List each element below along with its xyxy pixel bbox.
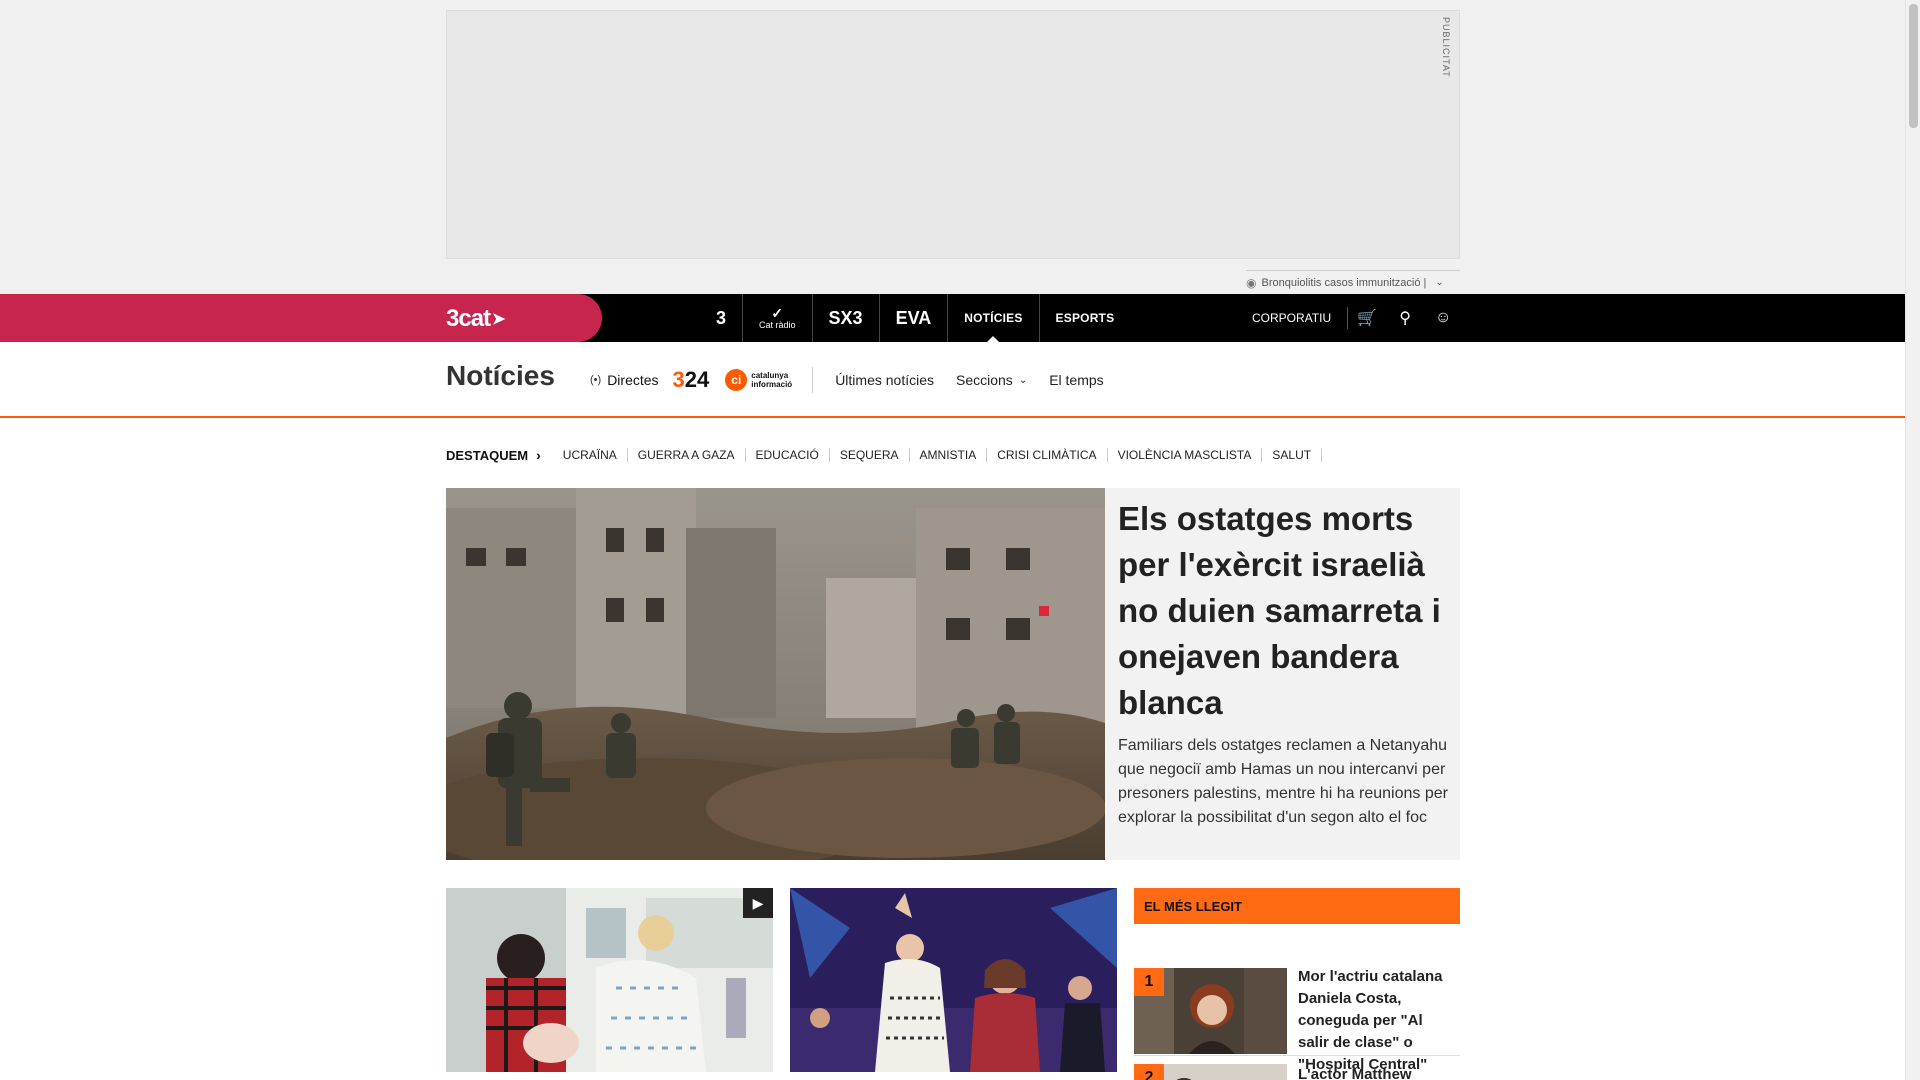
most-read-item[interactable]: 2 L'actor Matthew Perry [1134,1056,1460,1080]
channel-esports[interactable]: ESPORTS [1040,294,1131,342]
user-icon[interactable]: ☺ [1424,294,1462,342]
most-read-heading: EL MÉS LLEGIT [1134,888,1460,924]
top-navigation-bar: 3cat ➤ 3 ✓ Cat ràdio SX3 EVA NOTÍCIES ES… [0,294,1905,342]
catradio-caption: Cat ràdio [759,320,796,330]
live-label: Directes [607,372,659,388]
ci-logo-icon: ci [725,369,748,391]
section-title[interactable]: Notícies [446,360,555,392]
highlight-tags: DESTAQUEM › UCRAÏNA GUERRA A GAZA EDUCACI… [446,445,1323,465]
live-link[interactable]: (•) Directes [590,372,667,388]
scrollbar-thumb[interactable] [1909,4,1918,128]
chevron-down-icon: ⌄ [1018,374,1028,386]
play-video-icon[interactable]: ▶ [743,888,773,918]
topbar-actions: CORPORATIU 🛒 ⚲ ☺ [1236,294,1462,342]
corporate-link[interactable]: CORPORATIU [1236,307,1349,329]
tag-item[interactable]: GUERRA A GAZA [628,448,746,462]
search-icon[interactable]: ⚲ [1386,294,1424,342]
nav-latest-news[interactable]: Últimes notícies [835,372,934,388]
channel-tv3[interactable]: 3 [700,294,744,342]
brand-name: 3cat [446,305,491,332]
tags-lead[interactable]: DESTAQUEM › [446,447,553,463]
hero-subtitle: Familiars dels ostatges reclamen a Netan… [1118,737,1448,826]
trending-topics[interactable]: ◉ Bronquiolitis casos immunització | ⌄ [1246,270,1460,294]
hero-headline[interactable]: Els ostatges morts per l'exèrcit israeli… [1118,496,1448,726]
tag-item[interactable]: AMNISTIA [910,448,988,462]
section-header: Notícies (•) Directes 332424 ci cataluny… [0,342,1905,418]
chevron-down-icon[interactable]: ⌄ [1435,277,1443,288]
tag-item[interactable]: SALUT [1262,448,1323,462]
nav-sections[interactable]: Seccions ⌄ [956,372,1027,388]
page-scrollbar[interactable] [1905,0,1920,1080]
broadcast-icon: (•) [590,374,602,386]
channel-noticies[interactable]: NOTÍCIES [948,294,1040,342]
tag-item[interactable]: CRISI CLIMÀTICA [987,448,1108,462]
section-nav: (•) Directes 332424 ci catalunyainformac… [590,342,1104,418]
news-card[interactable] [790,888,1117,1072]
rank-badge: 1 [1134,968,1164,996]
most-read-item[interactable]: 1 Mor l'actriu catalana Daniela Costa, c… [1134,924,1460,1073]
tag-item[interactable]: EDUCACIÓ [746,448,830,462]
channel-sx3[interactable]: SX3 [813,294,880,342]
channel-eva[interactable]: EVA [880,294,949,342]
rank-badge: 2 [1134,1064,1164,1080]
hero-article[interactable]: Els ostatges morts per l'exèrcit israeli… [446,488,1460,860]
brand-logo[interactable]: 3cat ➤ [446,305,505,333]
ad-label: PUBLICITAT [1441,17,1451,78]
channel-nav: 3 ✓ Cat ràdio SX3 EVA NOTÍCIES ESPORTS [700,294,1130,342]
trending-text: Bronquiolitis casos immunització | [1261,276,1427,289]
nav-weather[interactable]: El temps [1049,372,1103,388]
chevron-right-icon: › [536,447,541,463]
most-read-panel: EL MÉS LLEGIT 1 Mor l'actriu catalana Da… [1134,888,1460,1080]
channel-catradio[interactable]: ✓ Cat ràdio [743,294,813,342]
tag-item[interactable]: UCRAÏNA [553,448,628,462]
tag-icon: ◉ [1246,275,1257,290]
logo-catalunya-informacio[interactable]: ci catalunya informació [725,367,814,393]
shop-bag-icon[interactable]: 🛒 [1348,294,1386,342]
hero-text: Els ostatges morts per l'exèrcit israeli… [1118,496,1448,830]
hero-image[interactable] [446,488,1105,860]
tag-item[interactable]: VIOLÈNCIA MASCLISTA [1108,448,1263,462]
tag-item[interactable]: SEQUERA [830,448,910,462]
brand-arrow-icon: ➤ [492,311,505,328]
catradio-icon: ✓ [771,305,784,321]
news-card[interactable]: ▶ [446,888,773,1072]
brand-block [0,294,602,342]
ad-band: PUBLICITAT ◉ Bronquiolitis casos immunit… [0,0,1905,294]
ad-slot[interactable]: PUBLICITAT [446,10,1460,259]
most-read-title[interactable]: L'actor Matthew Perry [1298,1064,1454,1080]
logo-324[interactable]: 332424 [673,367,710,393]
